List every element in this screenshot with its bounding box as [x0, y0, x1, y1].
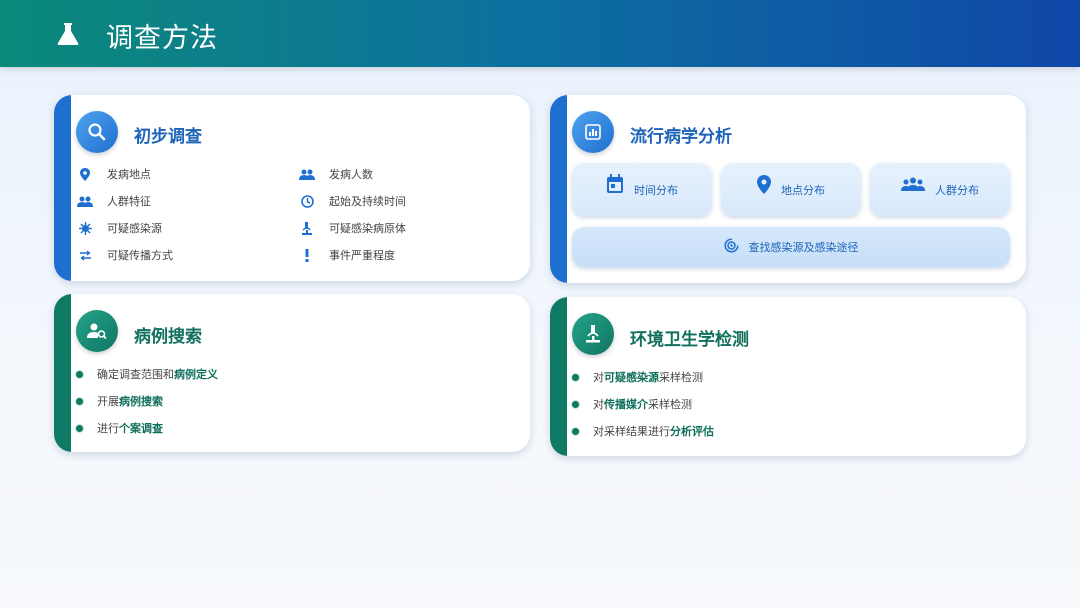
analytics-icon — [572, 111, 614, 153]
card-title: 流行病学分析 — [630, 127, 732, 147]
people-icon — [299, 167, 315, 181]
page-title: 调查方法 — [106, 23, 218, 54]
bullet-item: 确定调查范围和病例定义 — [76, 366, 218, 382]
bullet-item: 进行个案调查 — [76, 420, 163, 436]
tile-label: 地点分布 — [781, 183, 825, 197]
bullet-text: 确定调查范围和病例定义 — [97, 368, 218, 381]
location-pin-icon — [757, 174, 771, 197]
bullet-dot — [572, 373, 579, 381]
bullet-dot — [572, 400, 579, 408]
tile-population-distribution[interactable]: 人群分布 — [870, 163, 1010, 216]
bullet-item: 开展病例搜索 — [76, 393, 163, 409]
microscope-icon — [572, 313, 614, 355]
bullet-text: 开展病例搜索 — [97, 395, 163, 408]
card-epidemiological-analysis: 流行病学分析 时间分布 地点分布 人群分布 查找感染源及感染途径 — [550, 95, 1026, 283]
item-label: 发病地点 — [107, 168, 151, 181]
tile-time-distribution[interactable]: 时间分布 — [572, 163, 712, 216]
item-label: 可疑感染源 — [107, 222, 162, 235]
bullet-text: 对传播媒介采样检测 — [593, 398, 692, 411]
card-accent-stripe — [550, 95, 567, 283]
item-population: 人群特征 — [77, 193, 151, 209]
card-environmental-testing: 环境卫生学检测 对可疑感染源采样检测 对传播媒介采样检测 对采样结果进行分析评估 — [550, 297, 1026, 456]
bullet-dot — [572, 427, 579, 435]
person-search-icon — [76, 310, 118, 352]
group-icon — [901, 177, 925, 194]
card-accent-stripe — [54, 95, 71, 281]
item-label: 可疑传播方式 — [107, 249, 173, 262]
item-severity: 事件严重程度 — [299, 247, 395, 263]
target-icon — [723, 238, 739, 256]
item-label: 起始及持续时间 — [329, 195, 406, 208]
microscope-icon — [299, 221, 315, 235]
bullet-dot — [76, 397, 83, 405]
tile-label: 查找感染源及感染途径 — [748, 241, 859, 254]
bullet-dot — [76, 370, 83, 378]
item-source: 可疑感染源 — [77, 220, 162, 236]
item-label: 可疑感染病原体 — [329, 222, 406, 235]
bullet-item: 对采样结果进行分析评估 — [572, 423, 714, 439]
item-transmission: 可疑传播方式 — [77, 247, 173, 263]
card-title: 初步调查 — [134, 127, 202, 147]
item-label: 发病人数 — [329, 168, 373, 181]
location-pin-icon — [77, 167, 93, 181]
clock-icon — [299, 194, 315, 208]
card-accent-stripe — [54, 294, 71, 452]
item-label: 人群特征 — [107, 195, 151, 208]
header-bar: 调查方法 — [0, 0, 1080, 67]
item-location: 发病地点 — [77, 166, 151, 182]
bullet-item: 对可疑感染源采样检测 — [572, 369, 703, 385]
virus-icon — [77, 221, 93, 235]
item-time: 起始及持续时间 — [299, 193, 406, 209]
card-accent-stripe — [550, 297, 567, 456]
bullet-text: 进行个案调查 — [97, 422, 163, 435]
tile-label: 人群分布 — [935, 183, 979, 197]
bullet-text: 对可疑感染源采样检测 — [593, 371, 703, 384]
item-case-count: 发病人数 — [299, 166, 373, 182]
bullet-dot — [76, 424, 83, 432]
tile-find-source[interactable]: 查找感染源及感染途径 — [572, 227, 1010, 267]
flask-icon — [57, 23, 79, 45]
swap-arrows-icon — [77, 248, 93, 262]
item-label: 事件严重程度 — [329, 249, 395, 262]
card-case-search: 病例搜索 确定调查范围和病例定义 开展病例搜索 进行个案调查 — [54, 294, 530, 452]
search-icon — [76, 111, 118, 153]
calendar-icon — [606, 174, 624, 197]
item-pathogen: 可疑感染病原体 — [299, 220, 406, 236]
people-icon — [77, 194, 93, 208]
exclamation-icon — [299, 248, 315, 262]
bullet-text: 对采样结果进行分析评估 — [593, 425, 714, 438]
card-title: 环境卫生学检测 — [630, 330, 749, 350]
tile-label: 时间分布 — [634, 183, 678, 197]
bullet-item: 对传播媒介采样检测 — [572, 396, 692, 412]
card-title: 病例搜索 — [134, 327, 202, 347]
card-initial-investigation: 初步调查 发病地点 发病人数 人群特征 起始及持续时间 可疑感染源 可疑感染病原… — [54, 95, 530, 281]
tile-place-distribution[interactable]: 地点分布 — [721, 163, 861, 216]
